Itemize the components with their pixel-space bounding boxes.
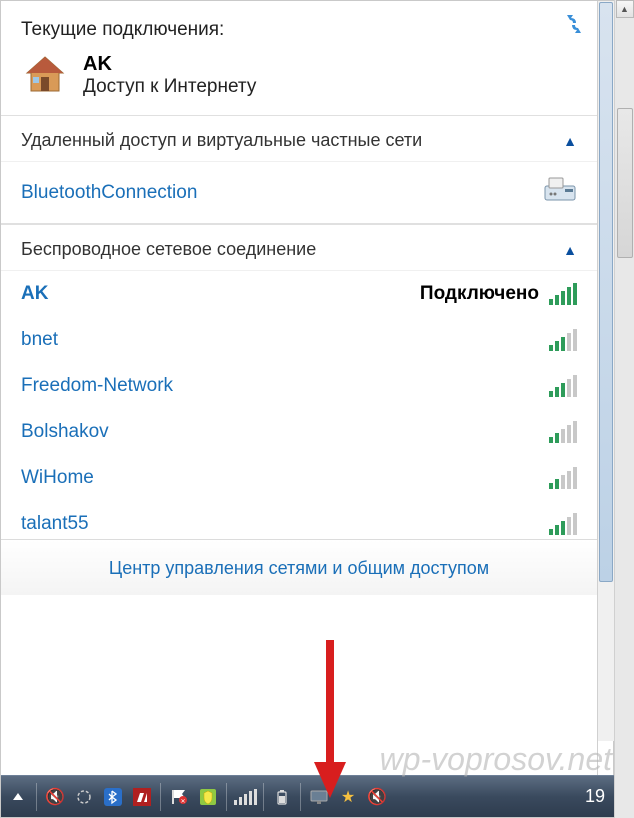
home-network-icon	[21, 51, 69, 99]
dial-section-label: Удаленный доступ и виртуальные частные с…	[21, 130, 422, 151]
scroll-up-button[interactable]: ▲	[616, 0, 634, 18]
wifi-item-bnet[interactable]: bnet	[1, 317, 597, 363]
connection-name: BluetoothConnection	[21, 182, 197, 204]
scroll-thumb[interactable]	[599, 2, 613, 582]
current-network-info: AK Доступ к Интернету	[83, 53, 256, 98]
current-connections-title: Текущие подключения:	[21, 19, 577, 41]
network-signal-icon[interactable]	[232, 784, 258, 810]
network-flyout: Текущие подключения: AK Доступ к Интерне…	[1, 1, 598, 817]
chevron-up-icon[interactable]: ▲	[563, 133, 577, 149]
outer-scrollbar[interactable]: ▲	[614, 0, 634, 818]
connection-item-bluetooth[interactable]: BluetoothConnection	[1, 162, 597, 224]
sync-icon[interactable]	[71, 784, 97, 810]
current-connections-section: Текущие подключения: AK Доступ к Интерне…	[1, 1, 597, 116]
wifi-item-bolshakov[interactable]: Bolshakov	[1, 409, 597, 455]
battery-icon[interactable]	[269, 784, 295, 810]
volume-mute-icon[interactable]: 🔇	[364, 784, 390, 810]
tray-separator	[300, 783, 301, 811]
wireless-section-label: Беспроводное сетевое соединение	[21, 239, 316, 260]
tray-separator	[226, 783, 227, 811]
scroll-thumb[interactable]	[617, 108, 633, 258]
current-network-status: Доступ к Интернету	[83, 76, 256, 98]
signal-icon	[549, 421, 577, 443]
wifi-item-ak[interactable]: AK Подключено	[1, 271, 597, 317]
wifi-name: WiHome	[21, 467, 94, 489]
volume-icon[interactable]: 🔇	[42, 784, 68, 810]
chevron-up-icon[interactable]: ▲	[563, 242, 577, 258]
show-hidden-icons[interactable]	[5, 784, 31, 810]
tray-separator	[263, 783, 264, 811]
wireless-section-header[interactable]: Беспроводное сетевое соединение ▲	[1, 224, 597, 271]
refresh-icon[interactable]	[561, 11, 589, 39]
network-center-link[interactable]: Центр управления сетями и общим доступом	[1, 539, 597, 595]
dial-section-header[interactable]: Удаленный доступ и виртуальные частные с…	[1, 116, 597, 162]
tray-separator	[36, 783, 37, 811]
wifi-name: talant55	[21, 513, 89, 535]
monitor-icon[interactable]	[306, 784, 332, 810]
signal-icon	[549, 513, 577, 535]
wifi-name: Bolshakov	[21, 421, 109, 443]
wifi-name: AK	[21, 283, 48, 305]
star-icon[interactable]: ★	[335, 784, 361, 810]
flag-icon[interactable]: ✕	[166, 784, 192, 810]
taskbar: 🔇 ✕ ★ 🔇 19	[1, 775, 615, 817]
signal-icon	[549, 283, 577, 305]
fax-icon	[543, 176, 577, 209]
signal-icon	[549, 467, 577, 489]
inner-scrollbar[interactable]	[598, 1, 614, 741]
bluetooth-icon[interactable]	[100, 784, 126, 810]
current-network-name: AK	[83, 53, 256, 76]
wifi-name: Freedom-Network	[21, 375, 173, 397]
wifi-item-wihome[interactable]: WiHome	[1, 455, 597, 501]
svg-text:✕: ✕	[180, 799, 185, 805]
signal-icon	[549, 375, 577, 397]
wifi-name: bnet	[21, 329, 58, 351]
tray-separator	[160, 783, 161, 811]
wifi-item-freedom[interactable]: Freedom-Network	[1, 363, 597, 409]
adobe-icon[interactable]	[129, 784, 155, 810]
wifi-status: Подключено	[420, 283, 539, 305]
security-icon[interactable]	[195, 784, 221, 810]
wifi-item-talant55[interactable]: talant55	[1, 501, 597, 539]
signal-icon	[549, 329, 577, 351]
current-network-row[interactable]: AK Доступ к Интернету	[21, 51, 577, 99]
taskbar-clock[interactable]: 19	[585, 786, 611, 807]
